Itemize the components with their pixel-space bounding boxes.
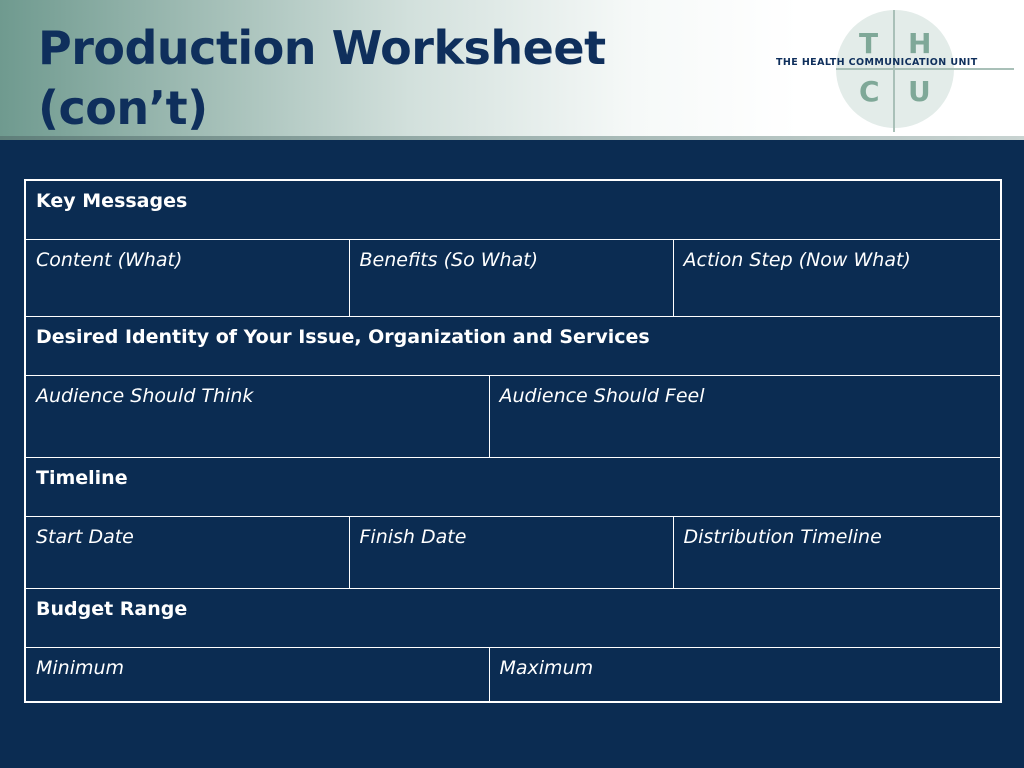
slide-title: Production Worksheet (con’t) <box>38 18 606 138</box>
logo-vertical-line <box>893 10 895 132</box>
key-messages-heading: Key Messages <box>24 179 1002 240</box>
budget-range-heading: Budget Range <box>24 587 1002 649</box>
maximum-cell: Maximum <box>488 647 1002 703</box>
key-messages-row: Content (What) Benefits (So What) Action… <box>24 238 1002 318</box>
logo-letter-c: C <box>859 75 880 108</box>
timeline-heading: Timeline <box>24 456 1002 517</box>
key-messages-header-row: Key Messages <box>24 179 1002 240</box>
timeline-header-row: Timeline <box>24 456 1002 517</box>
desired-identity-heading: Desired Identity of Your Issue, Organiza… <box>24 315 1002 377</box>
audience-should-feel-cell: Audience Should Feel <box>488 375 1002 458</box>
identity-row: Audience Should Think Audience Should Fe… <box>24 375 1002 458</box>
logo-letter-u: U <box>908 75 931 108</box>
production-worksheet-table: Key Messages Content (What) Benefits (So… <box>24 179 1002 703</box>
slide-title-line-1: Production Worksheet <box>38 21 606 75</box>
logo-letter-t: T <box>859 27 879 60</box>
logo-wordmark: THE HEALTH COMMUNICATION UNIT <box>776 57 978 68</box>
start-date-cell: Start Date <box>24 515 350 590</box>
slide-title-line-2: (con’t) <box>38 81 208 135</box>
identity-header-row: Desired Identity of Your Issue, Organiza… <box>24 315 1002 377</box>
logo-letter-h: H <box>908 27 932 60</box>
audience-should-think-cell: Audience Should Think <box>24 375 490 458</box>
finish-date-cell: Finish Date <box>348 515 674 590</box>
minimum-cell: Minimum <box>24 647 490 703</box>
content-what-cell: Content (What) <box>24 238 350 318</box>
budget-header-row: Budget Range <box>24 587 1002 649</box>
logo-horizontal-line <box>836 68 1014 70</box>
action-step-now-what-cell: Action Step (Now What) <box>672 238 1002 318</box>
thcu-logo: T H C U THE HEALTH COMMUNICATION UNIT <box>776 8 1016 132</box>
benefits-so-what-cell: Benefits (So What) <box>348 238 674 318</box>
budget-row: Minimum Maximum <box>24 647 1002 703</box>
distribution-timeline-cell: Distribution Timeline <box>672 515 1002 590</box>
timeline-row: Start Date Finish Date Distribution Time… <box>24 515 1002 590</box>
